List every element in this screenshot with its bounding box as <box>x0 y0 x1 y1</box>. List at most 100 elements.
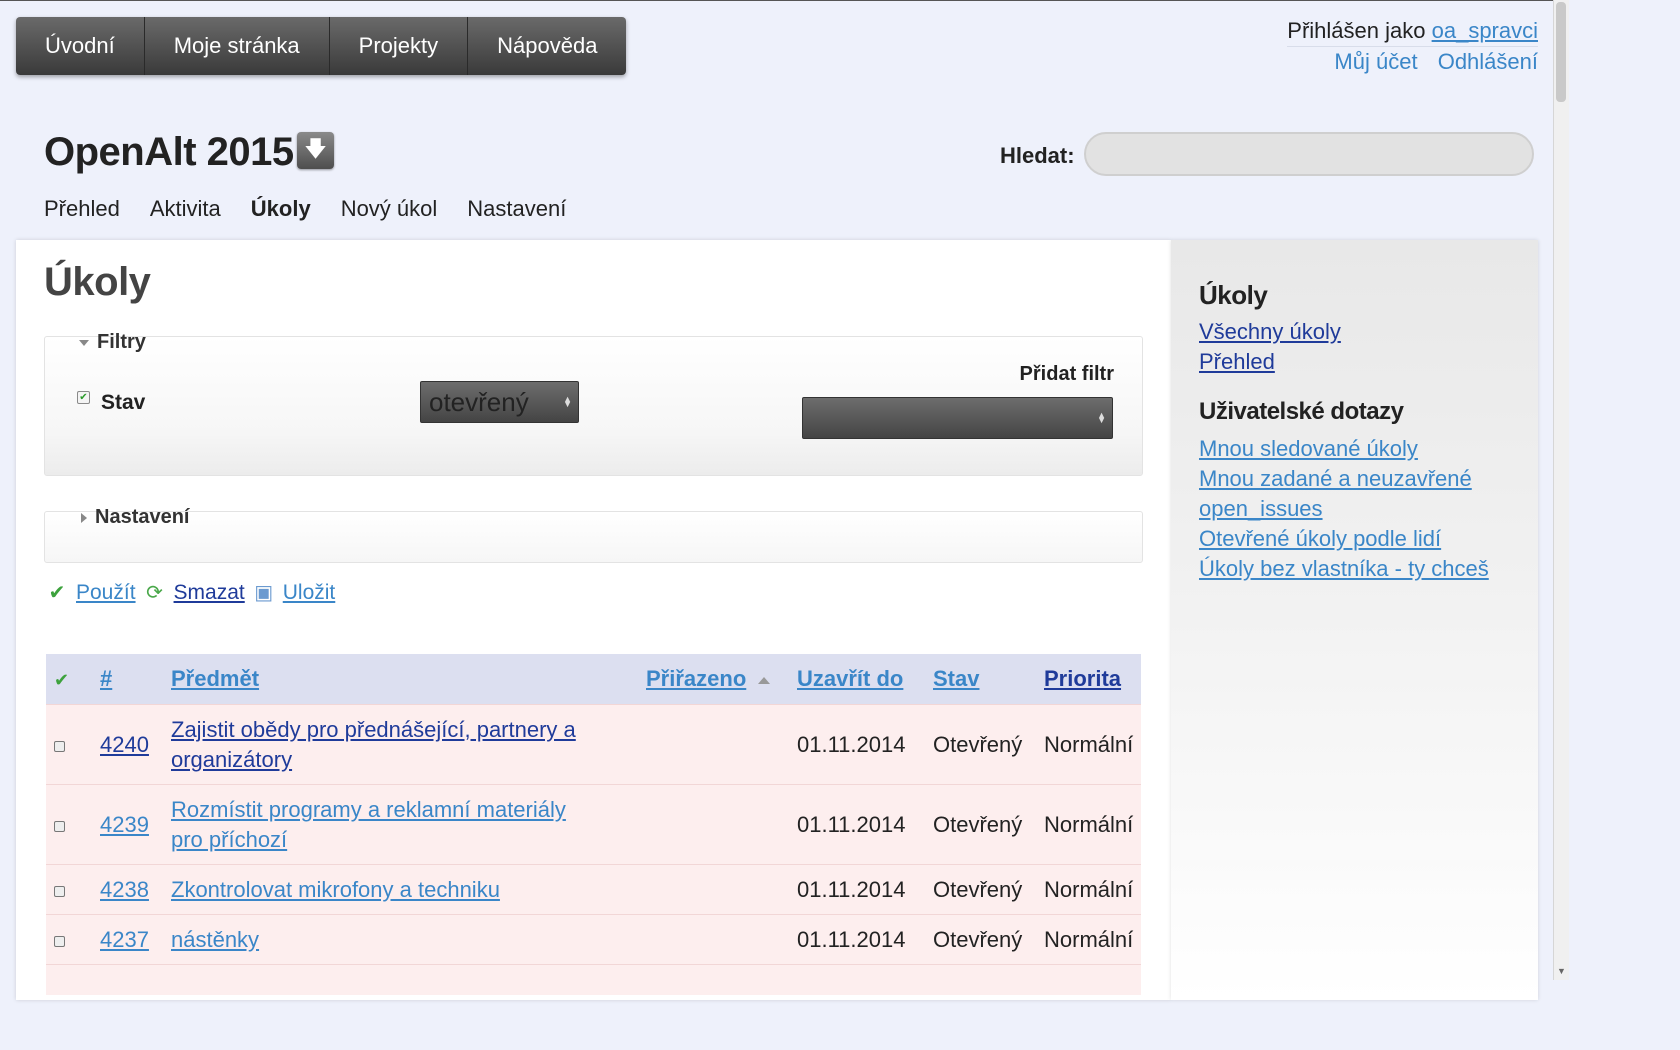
issue-status-cell: Otevřený <box>925 784 1036 865</box>
header-status[interactable]: Stav <box>925 654 1036 705</box>
row-checkbox[interactable] <box>54 740 65 752</box>
row-checkbox[interactable] <box>54 820 65 832</box>
reload-icon: ⟳ <box>146 582 163 604</box>
tab-issues[interactable]: Úkoly <box>251 196 311 222</box>
top-menu-projects[interactable]: Projekty <box>330 17 469 75</box>
issue-due-cell: 01.11.2014 <box>789 704 925 785</box>
table-row[interactable] <box>46 964 1141 995</box>
options-legend-label: Nastavení <box>95 506 190 528</box>
sidebar-link-unassigned[interactable]: Úkoly bez vlastníka - ty chceš <box>1199 554 1489 584</box>
sidebar-link-all-issues[interactable]: Všechny úkoly <box>1199 317 1341 347</box>
options-legend[interactable]: Nastavení <box>81 506 190 529</box>
sidebar-link-reported-open[interactable]: Mnou zadané a neuzavřené <box>1199 464 1489 494</box>
top-menu-home[interactable]: Úvodní <box>16 17 145 75</box>
scroll-down-icon[interactable]: ▼ <box>1557 966 1566 976</box>
vertical-scrollbar[interactable]: ▼ <box>1553 0 1569 980</box>
sidebar-queries-heading: Uživatelské dotazy <box>1199 398 1404 425</box>
issue-id-link[interactable]: 4240 <box>100 732 149 757</box>
status-operator-select[interactable]: otevřený ▲ ▼ <box>420 381 579 423</box>
issue-subject-cell: Zajistit obědy pro přednášející, partner… <box>163 704 638 785</box>
subject-line: Zajistit obědy pro přednášející, partner… <box>171 716 576 742</box>
issue-id-link[interactable]: 4238 <box>100 877 149 902</box>
sidebar-link-summary[interactable]: Přehled <box>1199 347 1341 377</box>
row-checkbox[interactable] <box>54 885 65 897</box>
tab-activity[interactable]: Aktivita <box>150 196 221 222</box>
sidebar-link-open-issues[interactable]: open_issues <box>1199 494 1489 524</box>
subject-line: organizátory <box>171 746 293 772</box>
save-link[interactable]: Uložit <box>283 581 336 605</box>
issue-status-cell: Otevřený <box>925 704 1036 785</box>
sort-assigned-link[interactable]: Přiřazeno <box>646 666 746 691</box>
sort-priority-link[interactable]: Priorita <box>1044 666 1121 691</box>
query-actions: ✔ Použít ⟳ Smazat ▣ Uložit <box>46 581 343 605</box>
apply-link[interactable]: Použít <box>76 581 136 605</box>
project-jump-button[interactable]: 🡇 <box>297 132 334 169</box>
issue-subject-link[interactable]: Zajistit obědy pro přednášející, partner… <box>171 717 576 772</box>
scrollbar-thumb[interactable] <box>1556 2 1566 102</box>
logged-in-as: Přihlášen jako oa_spravci <box>1287 16 1538 47</box>
sort-id-link[interactable]: # <box>100 666 112 691</box>
issue-due-cell: 01.11.2014 <box>789 784 925 865</box>
sidebar-queries-links: Mnou sledované úkoly Mnou zadané a neuza… <box>1199 434 1489 584</box>
issue-priority-cell: Normální <box>1036 784 1141 865</box>
table-row[interactable]: 4238 Zkontrolovat mikrofony a techniku 0… <box>46 864 1141 915</box>
table-row[interactable]: 4239 Rozmístit programy a reklamní mater… <box>46 784 1141 865</box>
row-select-cell[interactable] <box>46 914 92 965</box>
row-select-cell[interactable] <box>46 784 92 865</box>
row-select-cell[interactable] <box>46 864 92 915</box>
search-label: Hledat: <box>1000 143 1075 168</box>
arrow-down-icon: 🡇 <box>304 135 327 161</box>
issue-subject-link[interactable]: nástěnky <box>171 927 259 952</box>
status-operator-value: otevřený <box>429 387 529 417</box>
sidebar-link-watched[interactable]: Mnou sledované úkoly <box>1199 434 1489 464</box>
table-row[interactable]: 4240 Zajistit obědy pro přednášející, pa… <box>46 704 1141 785</box>
header-priority[interactable]: Priorita <box>1036 654 1141 705</box>
username-link[interactable]: oa_spravci <box>1432 18 1538 43</box>
issue-due-cell: 01.11.2014 <box>789 914 925 965</box>
add-filter-select[interactable]: ▲ ▼ <box>802 397 1113 439</box>
options-fieldset: Nastavení <box>44 506 1143 563</box>
issue-subject-link[interactable]: Zkontrolovat mikrofony a techniku <box>171 877 500 902</box>
top-border <box>0 0 1568 1</box>
issue-subject-link[interactable]: Rozmístit programy a reklamní materiály p… <box>171 797 566 852</box>
row-select-cell[interactable] <box>46 704 92 785</box>
header-id[interactable]: # <box>92 654 163 705</box>
tab-settings[interactable]: Nastavení <box>467 196 566 222</box>
issue-assigned-cell <box>638 864 789 915</box>
issue-id-cell: 4238 <box>92 864 163 915</box>
sidebar-issues-heading: Úkoly <box>1199 280 1268 310</box>
logged-in-label: Přihlášen jako <box>1287 18 1426 43</box>
issue-id-link[interactable]: 4237 <box>100 927 149 952</box>
sort-due-link[interactable]: Uzavřít do <box>797 666 903 691</box>
toggle-all-header[interactable]: ✔ <box>46 654 92 705</box>
filters-legend[interactable]: Filtry <box>79 331 146 354</box>
sidebar-link-open-by-people[interactable]: Otevřené úkoly podle lidí <box>1199 524 1489 554</box>
sort-status-link[interactable]: Stav <box>933 666 979 691</box>
search-input[interactable] <box>1084 132 1534 176</box>
add-filter-label: Přidat filtr <box>1019 363 1114 385</box>
header-due[interactable]: Uzavřít do <box>789 654 925 705</box>
issue-priority-cell: Normální <box>1036 704 1141 785</box>
status-filter-checkbox[interactable]: ✔ <box>77 391 90 404</box>
filters-fieldset: Filtry ✔ Stav otevřený ▲ ▼ Přidat filtr ▲… <box>44 331 1143 476</box>
sort-subject-link[interactable]: Předmět <box>171 666 259 691</box>
clear-link[interactable]: Smazat <box>174 581 245 605</box>
table-row[interactable]: 4237 nástěnky 01.11.2014 Otevřený Normál… <box>46 914 1141 965</box>
row-checkbox[interactable] <box>54 935 65 947</box>
issue-assigned-cell <box>638 704 789 785</box>
top-menu-my-page[interactable]: Moje stránka <box>145 17 330 75</box>
issue-subject-cell: Zkontrolovat mikrofony a techniku <box>163 864 638 915</box>
logout-link[interactable]: Odhlášení <box>1438 49 1538 74</box>
issues-table: ✔ # Předmět Přiřazeno Uzavřít do Stav Pr… <box>46 654 1141 995</box>
tab-new-issue[interactable]: Nový úkol <box>341 196 438 222</box>
tab-overview[interactable]: Přehled <box>44 196 120 222</box>
header-subject[interactable]: Předmět <box>163 654 638 705</box>
issue-subject-cell: Rozmístit programy a reklamní materiály p… <box>163 784 638 865</box>
issue-id-link[interactable]: 4239 <box>100 812 149 837</box>
top-menu-help[interactable]: Nápověda <box>468 17 626 75</box>
my-account-link[interactable]: Můj účet <box>1334 49 1417 74</box>
header-assigned[interactable]: Přiřazeno <box>638 654 789 705</box>
issue-status-cell: Otevřený <box>925 864 1036 915</box>
checkmark-icon: ✔ <box>48 582 66 604</box>
select-arrows-icon: ▲ ▼ <box>1097 410 1106 425</box>
